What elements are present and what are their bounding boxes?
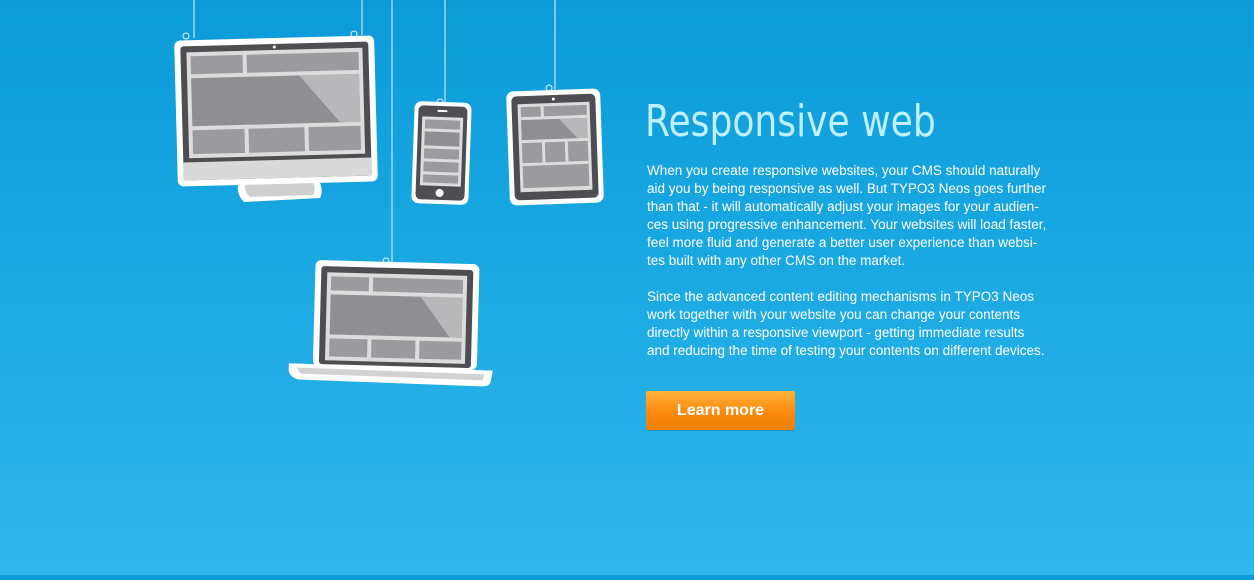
- editing-paragraph: Since the advanced content editing mecha…: [647, 289, 1045, 358]
- section-title: Responsive web: [645, 96, 936, 147]
- responsive-web-section: Responsive web When you create responsiv…: [645, 94, 1065, 430]
- desktop-monitor-icon: [174, 35, 378, 202]
- tablet-icon: [506, 88, 604, 206]
- laptop-icon: [288, 260, 493, 387]
- devices-illustration: [0, 0, 640, 575]
- intro-paragraph: When you create responsive websites, you…: [647, 163, 1047, 268]
- smartphone-icon: [411, 101, 472, 205]
- learn-more-button[interactable]: Learn more: [646, 391, 795, 430]
